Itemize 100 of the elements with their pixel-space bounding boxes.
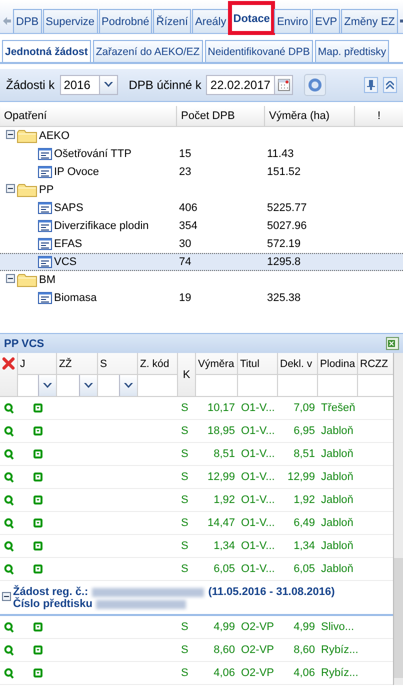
tree-row[interactable]: VCS 74 1295.8: [0, 253, 403, 271]
filter-field[interactable]: [358, 374, 395, 396]
collapse-toggle-icon[interactable]: [6, 274, 15, 283]
search-icon[interactable]: [4, 564, 14, 574]
tree-row[interactable]: EFAS 30 572.19: [0, 235, 403, 253]
tab[interactable]: Zařazení do AEKO/EZ: [92, 40, 203, 62]
title-cell-text: O1-V...: [240, 448, 276, 460]
tab[interactable]: Jednotná žádost: [2, 40, 91, 62]
search-icon[interactable]: [4, 622, 14, 632]
expand-square-icon[interactable]: [32, 472, 42, 482]
tab[interactable]: Map. předtisky: [314, 40, 390, 62]
scroll-left-icon[interactable]: [2, 16, 12, 26]
column-header[interactable]: Počet DPB: [177, 106, 265, 126]
tab[interactable]: Neidentifikované DPB: [204, 40, 313, 62]
search-icon[interactable]: [4, 448, 14, 460]
tree-row[interactable]: IP Ovoce 23 151.52: [0, 163, 403, 181]
tree-label: Diverzifikace plodin: [54, 220, 149, 232]
crop-cell-text: Rybíz...: [320, 667, 358, 679]
tree-row[interactable]: Diverzifikace plodin 354 5027.96: [0, 217, 403, 235]
tree-row[interactable]: Biomasa 19 325.38: [0, 289, 403, 307]
tree-label: BM: [39, 274, 56, 286]
tab[interactable]: Areály: [192, 9, 230, 33]
tree-label: VCS: [54, 256, 77, 268]
tree-row[interactable]: PP: [0, 181, 403, 199]
area-cell-text: 325.38: [266, 292, 302, 304]
spreadsheet-icon[interactable]: [386, 337, 399, 350]
tab[interactable]: Dotace: [230, 3, 273, 33]
expand-square-icon[interactable]: [32, 541, 42, 551]
calendar-icon[interactable]: [278, 79, 290, 91]
filter-field[interactable]: [238, 374, 278, 396]
tree-row[interactable]: SAPS 406 5225.77: [0, 199, 403, 217]
area-cell-text: 572.19: [266, 238, 302, 250]
expand-square-icon[interactable]: [32, 564, 42, 574]
search-icon[interactable]: [4, 518, 14, 528]
expand-square-icon[interactable]: [32, 449, 42, 459]
help-button[interactable]: [304, 74, 326, 96]
caret-icon[interactable]: [84, 382, 93, 388]
tab[interactable]: Enviro: [274, 9, 312, 33]
column-header[interactable]: Opatření: [0, 106, 177, 126]
filter-field[interactable]: [138, 374, 178, 396]
date-field[interactable]: 22.02.2017: [206, 75, 294, 95]
declared-cell-text: 7,09: [292, 402, 316, 414]
tab[interactable]: Podrobné: [98, 9, 152, 33]
tree-row[interactable]: AEKO: [0, 127, 403, 145]
collapse-toggle-icon[interactable]: [6, 130, 15, 139]
tree-row[interactable]: Ošetřování TTP 15 11.43: [0, 145, 403, 163]
filter-field[interactable]: [318, 374, 358, 396]
title-cell-text: O1-V...: [240, 471, 276, 483]
expand-square-icon[interactable]: [32, 645, 42, 655]
column-header[interactable]: !: [355, 106, 403, 126]
filter-field[interactable]: [196, 374, 238, 396]
expand-square-icon[interactable]: [32, 403, 42, 413]
crop-cell-text: Jabloň: [320, 448, 354, 460]
declared-cell-text: 6,05: [292, 563, 316, 575]
column-header[interactable]: Výměra (ha): [265, 106, 355, 126]
pin-button[interactable]: [364, 77, 378, 93]
help-icon: [308, 78, 322, 92]
caret-icon[interactable]: [124, 382, 133, 388]
search-icon[interactable]: [4, 668, 14, 678]
date-label: DPB účinné k: [128, 78, 202, 92]
count-cell-text: 406: [178, 202, 198, 214]
title-cell-text: O2-VP: [240, 644, 276, 656]
tree-row[interactable]: BM: [0, 271, 403, 289]
delete-icon[interactable]: [2, 357, 15, 370]
tab[interactable]: EVP: [312, 9, 340, 33]
search-icon[interactable]: [4, 402, 14, 414]
tab[interactable]: Změny EZ: [341, 9, 398, 33]
group-period: (11.05.2016 - 31.08.2016): [208, 586, 335, 598]
folder-icon: [17, 184, 37, 196]
filter-field[interactable]: [278, 374, 318, 396]
collapse-icon: [386, 81, 394, 89]
crop-cell-text: Třešeň: [320, 402, 356, 414]
search-icon[interactable]: [4, 494, 14, 506]
search-icon[interactable]: [4, 540, 14, 552]
expand-square-icon[interactable]: [32, 495, 42, 505]
list-icon: [38, 166, 52, 178]
caret-icon[interactable]: [43, 382, 52, 388]
tab[interactable]: Supervize: [42, 9, 98, 33]
crop-cell-text: Jabloň: [320, 425, 354, 437]
search-icon[interactable]: [4, 426, 14, 436]
collapse-toggle-icon[interactable]: [2, 592, 11, 600]
area-cell-text: 1,34: [212, 540, 236, 552]
tab[interactable]: Řízení: [153, 9, 192, 33]
search-icon[interactable]: [4, 644, 14, 656]
search-icon[interactable]: [4, 472, 14, 482]
tab[interactable]: DPB: [13, 9, 42, 33]
tree-label: SAPS: [54, 202, 84, 214]
list-icon: [38, 220, 52, 232]
k-cell-text: S: [180, 621, 190, 633]
count-cell-text: 23: [178, 166, 192, 178]
caret-icon[interactable]: [104, 82, 113, 88]
expand-square-icon[interactable]: [32, 518, 42, 528]
expand-square-icon[interactable]: [32, 668, 42, 678]
expand-square-icon[interactable]: [32, 426, 42, 436]
collapse-button[interactable]: [383, 77, 397, 93]
scrollbar[interactable]: [393, 353, 403, 685]
expand-square-icon[interactable]: [32, 622, 42, 632]
count-cell-text: 15: [178, 148, 192, 160]
collapse-toggle-icon[interactable]: [6, 184, 15, 193]
year-dropdown[interactable]: 2016: [60, 75, 118, 95]
